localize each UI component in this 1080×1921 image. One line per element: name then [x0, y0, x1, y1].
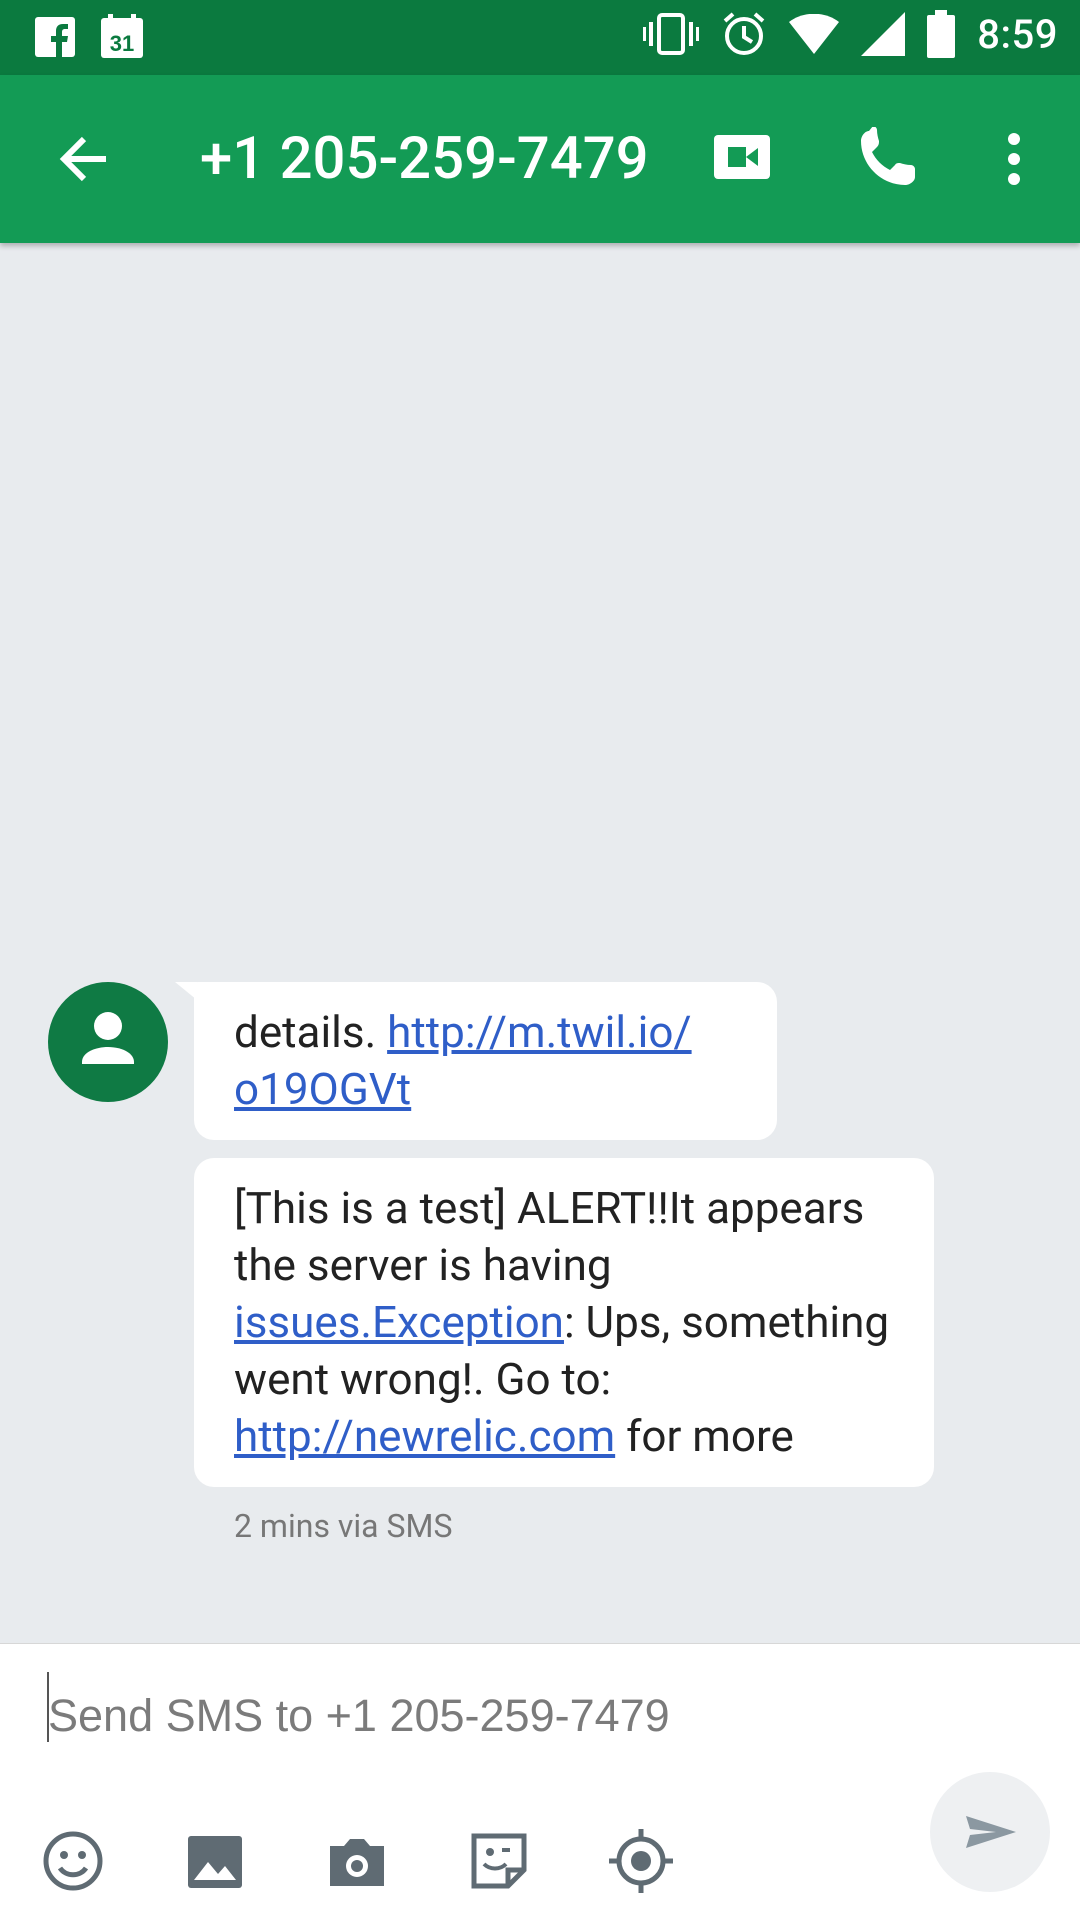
message-text: for more	[615, 1410, 794, 1462]
battery-icon	[927, 10, 956, 58]
send-icon	[966, 1816, 1016, 1848]
message-bubble[interactable]: details. http://m.twil.io/o19OGVt	[194, 982, 777, 1140]
cell-signal-icon	[861, 12, 906, 56]
vibrate-icon	[643, 12, 700, 56]
person-icon	[82, 1012, 134, 1064]
message-link[interactable]: http://newrelic.com	[234, 1410, 615, 1462]
camera-button[interactable]	[322, 1826, 392, 1896]
video-call-button[interactable]	[710, 127, 774, 191]
facebook-icon	[35, 17, 75, 57]
video-call-icon	[714, 135, 770, 179]
message-bubble[interactable]: [This is a test] ALERT!!It appears the s…	[194, 1158, 934, 1487]
app-bar: +1 205-259-7479	[0, 75, 1080, 243]
gallery-button[interactable]	[180, 1826, 250, 1896]
message-input[interactable]	[48, 1680, 928, 1752]
calendar-day: 31	[110, 31, 134, 56]
back-button[interactable]	[52, 127, 116, 191]
arrow-back-icon	[59, 136, 106, 182]
message-text: details.	[234, 1006, 388, 1058]
phone-call-button[interactable]	[855, 126, 919, 191]
message-timestamp: 2 mins via SMS	[234, 1507, 453, 1545]
calendar-icon: 31	[99, 14, 145, 60]
sticker-icon	[471, 1833, 527, 1889]
sticker-button[interactable]	[464, 1826, 534, 1896]
message-link-cont[interactable]: o19OGVt	[234, 1063, 411, 1115]
emoji-button[interactable]	[38, 1826, 108, 1896]
message-link[interactable]: http://m.twil.io/	[387, 1006, 691, 1058]
message-link[interactable]: issues.Exception	[234, 1296, 564, 1348]
status-time: 8:59	[977, 10, 1058, 58]
send-button[interactable]	[930, 1772, 1050, 1892]
camera-icon	[330, 1839, 384, 1886]
more-options-button[interactable]	[1002, 127, 1026, 191]
gallery-icon	[188, 1836, 242, 1888]
compose-bar	[0, 1643, 1080, 1921]
location-button[interactable]	[606, 1826, 676, 1896]
alarm-icon	[721, 11, 767, 57]
status-bar: 31 8:59	[0, 0, 1080, 75]
more-vert-icon	[1008, 133, 1020, 185]
location-icon	[609, 1829, 673, 1893]
conversation-title: +1 205-259-7479	[200, 125, 649, 193]
phone-icon	[861, 126, 915, 185]
message-text: [This is a test] ALERT!!It appears the s…	[234, 1182, 865, 1291]
wifi-icon	[789, 14, 840, 54]
contact-avatar[interactable]	[48, 982, 168, 1102]
emoji-icon	[43, 1831, 103, 1891]
